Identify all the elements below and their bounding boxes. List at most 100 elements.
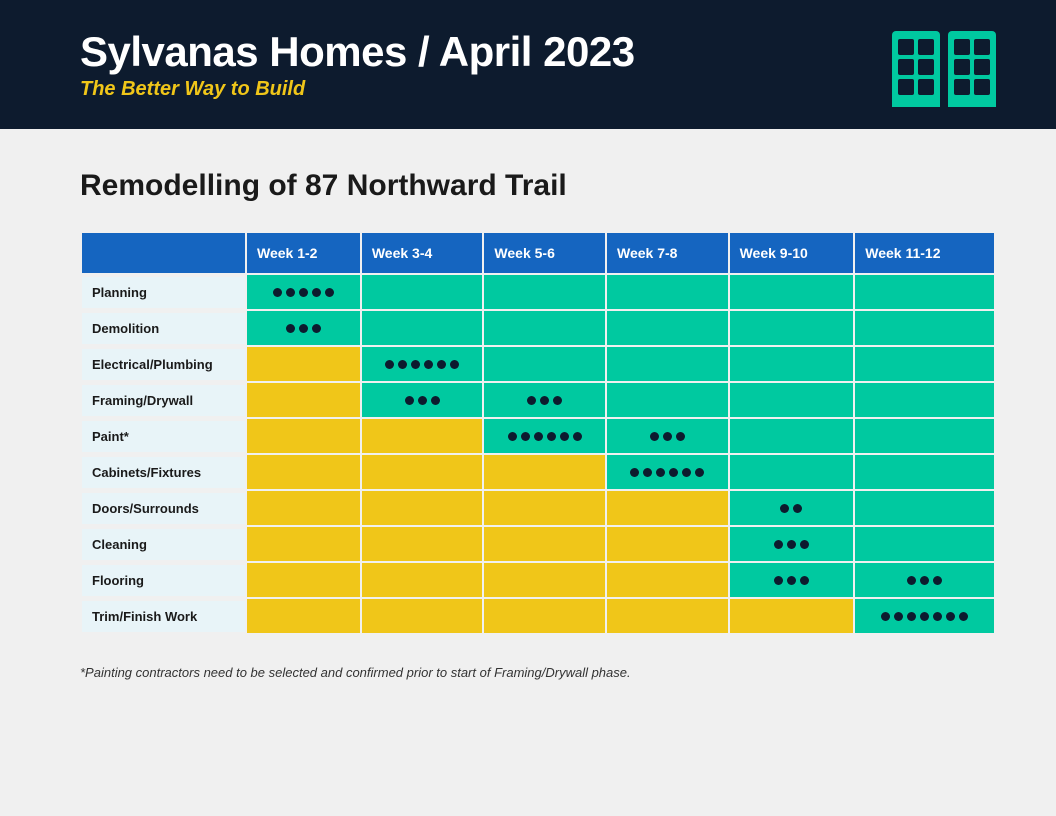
- main-content: Remodelling of 87 Northward Trail Week 1…: [0, 129, 1056, 710]
- dot: [521, 432, 530, 441]
- task-label-cell: Trim/Finish Work: [81, 598, 246, 634]
- cell-r6-c1: [361, 490, 484, 526]
- dot: [273, 288, 282, 297]
- cell-r7-c1: [361, 526, 484, 562]
- cell-r3-c1: [361, 382, 484, 418]
- table-row: Framing/Drywall: [81, 382, 995, 418]
- dot: [312, 324, 321, 333]
- dot: [560, 432, 569, 441]
- dot: [695, 468, 704, 477]
- cell-r7-c5: [854, 526, 995, 562]
- dot: [299, 324, 308, 333]
- table-row: Planning: [81, 274, 995, 310]
- dot: [787, 540, 796, 549]
- dot: [411, 360, 420, 369]
- dot: [547, 432, 556, 441]
- dot: [286, 288, 295, 297]
- dot: [650, 432, 659, 441]
- cell-r9-c4: [729, 598, 855, 634]
- dot: [663, 432, 672, 441]
- cell-r3-c5: [854, 382, 995, 418]
- cell-r0-c4: [729, 274, 855, 310]
- dot: [800, 576, 809, 585]
- table-row: Electrical/Plumbing: [81, 346, 995, 382]
- col-header-week-7-8: Week 7-8: [606, 232, 729, 274]
- task-label-cell: Cleaning: [81, 526, 246, 562]
- cell-r2-c4: [729, 346, 855, 382]
- dot: [946, 612, 955, 621]
- cell-r1-c5: [854, 310, 995, 346]
- header-title: Sylvanas Homes / April 2023: [80, 28, 635, 76]
- dot: [656, 468, 665, 477]
- project-title: Remodelling of 87 Northward Trail: [80, 169, 996, 203]
- cell-r5-c0: [246, 454, 361, 490]
- cell-r8-c1: [361, 562, 484, 598]
- dot: [774, 576, 783, 585]
- building-left: [892, 31, 940, 99]
- table-row: Cabinets/Fixtures: [81, 454, 995, 490]
- cell-r4-c1: [361, 418, 484, 454]
- cell-r2-c2: [483, 346, 606, 382]
- cell-r6-c0: [246, 490, 361, 526]
- dot: [894, 612, 903, 621]
- dot: [881, 612, 890, 621]
- dot: [540, 396, 549, 405]
- building-right: [948, 31, 996, 99]
- cell-r6-c4: [729, 490, 855, 526]
- col-header-week-5-6: Week 5-6: [483, 232, 606, 274]
- table-row: Demolition: [81, 310, 995, 346]
- col-header-task: [81, 232, 246, 274]
- footnote: *Painting contractors need to be selecte…: [80, 665, 996, 680]
- dot: [682, 468, 691, 477]
- dot: [508, 432, 517, 441]
- cell-r0-c5: [854, 274, 995, 310]
- cell-r5-c3: [606, 454, 729, 490]
- cell-r0-c1: [361, 274, 484, 310]
- cell-r7-c4: [729, 526, 855, 562]
- table-row: Paint*: [81, 418, 995, 454]
- dot: [437, 360, 446, 369]
- cell-r9-c0: [246, 598, 361, 634]
- dot: [405, 396, 414, 405]
- cell-r0-c2: [483, 274, 606, 310]
- cell-r3-c0: [246, 382, 361, 418]
- cell-r8-c2: [483, 562, 606, 598]
- cell-r7-c0: [246, 526, 361, 562]
- dot: [398, 360, 407, 369]
- cell-r6-c3: [606, 490, 729, 526]
- cell-r1-c4: [729, 310, 855, 346]
- header-subtitle: The Better Way to Build: [80, 78, 635, 101]
- cell-r5-c2: [483, 454, 606, 490]
- col-header-week-11-12: Week 11-12: [854, 232, 995, 274]
- dot: [643, 468, 652, 477]
- dot: [385, 360, 394, 369]
- dot: [573, 432, 582, 441]
- cell-r6-c2: [483, 490, 606, 526]
- cell-r8-c4: [729, 562, 855, 598]
- dot: [800, 540, 809, 549]
- task-label-cell: Doors/Surrounds: [81, 490, 246, 526]
- dot: [424, 360, 433, 369]
- cell-r1-c2: [483, 310, 606, 346]
- dot: [920, 612, 929, 621]
- header: Sylvanas Homes / April 2023 The Better W…: [0, 0, 1056, 129]
- table-row: Flooring: [81, 562, 995, 598]
- cell-r8-c0: [246, 562, 361, 598]
- building-icon: [892, 31, 996, 99]
- cell-r3-c4: [729, 382, 855, 418]
- dot: [553, 396, 562, 405]
- cell-r2-c1: [361, 346, 484, 382]
- dot: [527, 396, 536, 405]
- cell-r8-c3: [606, 562, 729, 598]
- dot: [793, 504, 802, 513]
- dot: [312, 288, 321, 297]
- col-header-week-3-4: Week 3-4: [361, 232, 484, 274]
- dot: [299, 288, 308, 297]
- cell-r4-c4: [729, 418, 855, 454]
- cell-r4-c2: [483, 418, 606, 454]
- col-header-week-9-10: Week 9-10: [729, 232, 855, 274]
- cell-r1-c0: [246, 310, 361, 346]
- header-text: Sylvanas Homes / April 2023 The Better W…: [80, 28, 635, 101]
- dot: [450, 360, 459, 369]
- cell-r2-c5: [854, 346, 995, 382]
